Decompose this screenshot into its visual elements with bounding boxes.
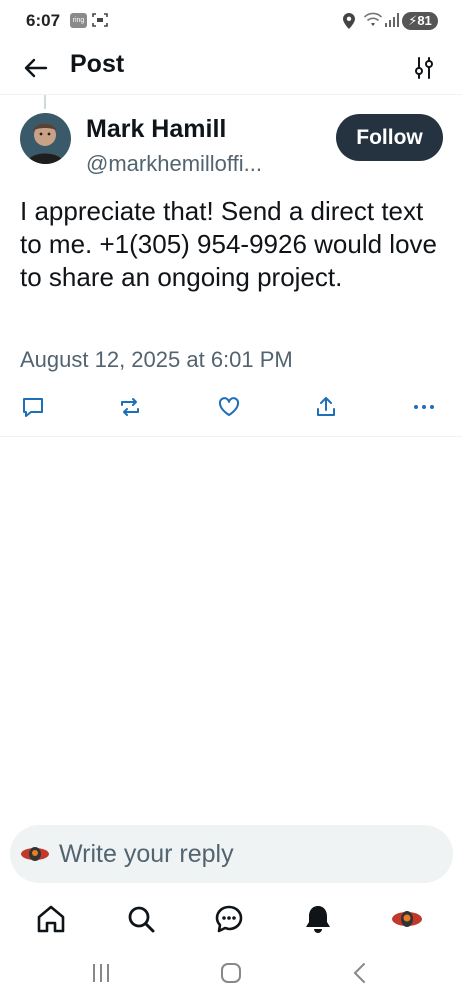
recent-apps-icon[interactable] <box>91 960 111 986</box>
post-timestamp[interactable]: August 12, 2025 at 6:01 PM <box>20 347 293 373</box>
sliders-icon[interactable] <box>408 52 440 84</box>
bolt-icon: ⚡ <box>408 13 418 28</box>
home-icon[interactable] <box>34 902 68 936</box>
profile-icon[interactable] <box>390 902 424 936</box>
wifi-icon <box>363 12 383 26</box>
screenshot-icon <box>92 13 108 27</box>
status-time: 6:07 <box>26 11 61 30</box>
author-avatar[interactable] <box>20 113 71 164</box>
follow-button[interactable]: Follow <box>336 114 443 161</box>
battery-indicator: ⚡81 <box>402 12 438 30</box>
share-icon[interactable] <box>313 394 339 420</box>
like-icon[interactable] <box>216 394 242 420</box>
more-icon[interactable] <box>411 394 437 420</box>
header: Post <box>0 42 462 95</box>
battery-level: 81 <box>417 13 432 28</box>
reply-icon[interactable] <box>20 394 46 420</box>
location-icon <box>343 13 355 29</box>
repost-icon[interactable] <box>117 394 143 420</box>
status-bar: 6:07 ring ⚡81 <box>0 0 462 42</box>
user-avatar-icon <box>21 847 49 861</box>
thread-line <box>44 95 46 109</box>
page-title: Post <box>70 50 125 78</box>
author-handle[interactable]: @markhemilloffi... <box>86 151 262 177</box>
reply-input[interactable]: Write your reply <box>10 825 453 883</box>
home-button-icon[interactable] <box>219 960 243 986</box>
arrow-left-icon[interactable] <box>20 52 52 84</box>
divider <box>0 436 462 437</box>
reply-placeholder: Write your reply <box>59 840 234 868</box>
post-text: I appreciate that! Send a direct text to… <box>20 196 437 292</box>
notifications-icon[interactable] <box>301 902 335 936</box>
author-name[interactable]: Mark Hamill <box>86 115 226 144</box>
back-button-icon[interactable] <box>350 960 370 986</box>
search-icon[interactable] <box>124 902 158 936</box>
ring-app-icon: ring <box>70 13 87 28</box>
messages-icon[interactable] <box>212 902 246 936</box>
signal-icon <box>385 13 399 27</box>
